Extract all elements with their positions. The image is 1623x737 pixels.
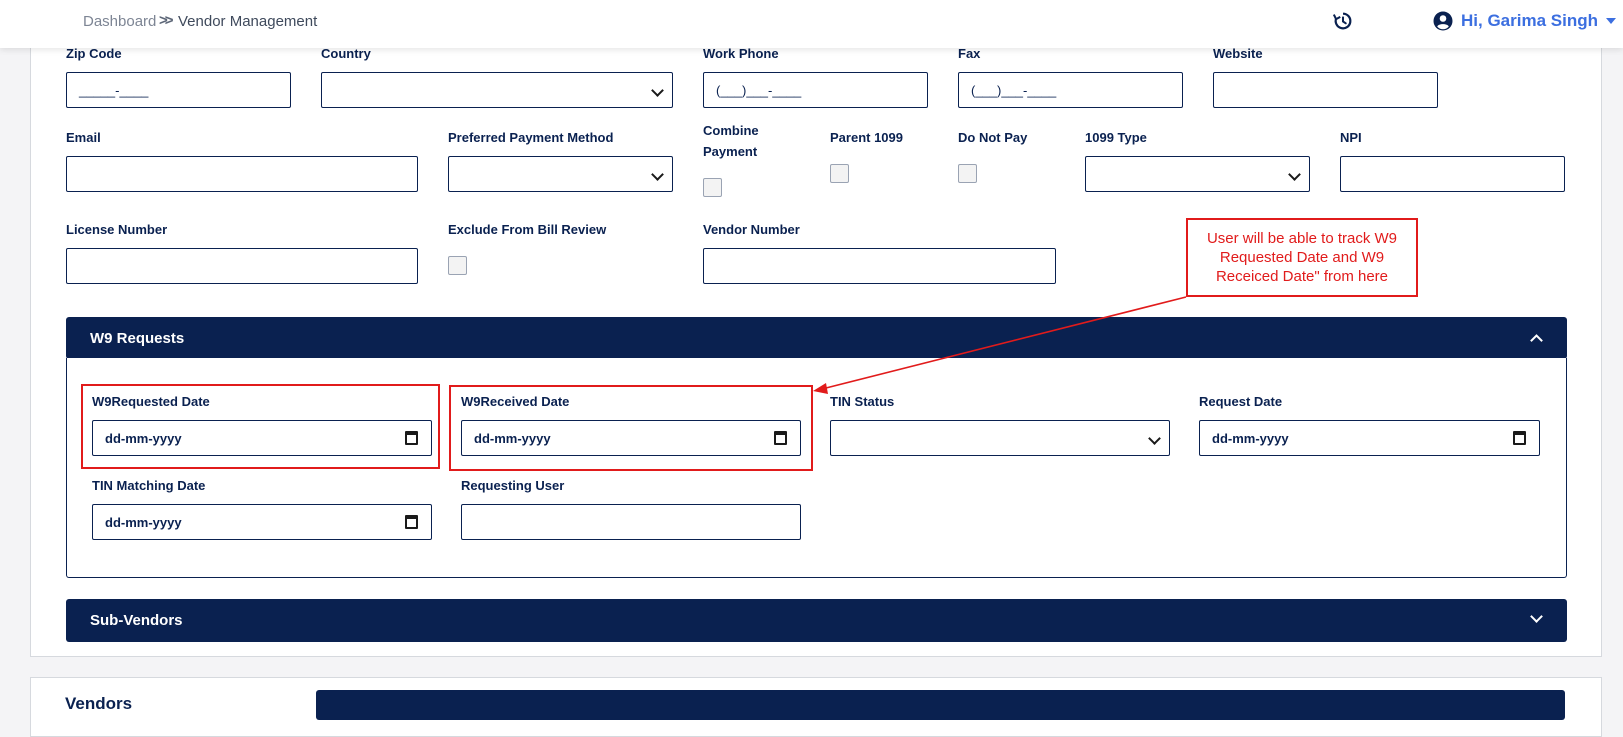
annotation-line-3: Receiced Date" from here (1215, 268, 1389, 285)
request-date-value: dd-mm-yyyy (1212, 430, 1289, 446)
tin-matching-date-label: TIN Matching Date (92, 478, 206, 493)
request-date-input[interactable]: dd-mm-yyyy (1199, 420, 1540, 456)
npi-input[interactable] (1340, 156, 1565, 192)
w9-requests-title: W9 Requests (90, 329, 185, 347)
vendors-panel-header[interactable] (316, 690, 1565, 720)
exclude-from-bill-review-label: Exclude From Bill Review (448, 222, 607, 237)
fax-value: (___)___-____ (971, 82, 1057, 98)
preferred-payment-method-label: Preferred Payment Method (448, 130, 614, 145)
email-label: Email (66, 130, 101, 145)
do-not-pay-label: Do Not Pay (958, 130, 1028, 145)
user-circle-icon (1433, 11, 1453, 31)
zip-code-value: _____-____ (79, 82, 149, 98)
breadcrumb-dashboard-link[interactable]: Dashboard (83, 13, 156, 30)
exclude-from-bill-review-checkbox[interactable] (448, 256, 467, 275)
combine-payment-label-1: Combine (703, 123, 759, 138)
request-date-label: Request Date (1199, 394, 1283, 409)
calendar-icon[interactable] (1513, 431, 1526, 445)
history-icon[interactable] (1332, 10, 1354, 32)
sub-vendors-panel-header[interactable]: Sub-Vendors (66, 599, 1567, 642)
caret-down-icon[interactable] (1605, 18, 1616, 24)
combine-payment-checkbox[interactable] (703, 178, 722, 197)
tin-matching-date-value: dd-mm-yyyy (105, 514, 182, 530)
preferred-payment-method-select[interactable] (448, 156, 673, 192)
highlight-w9-received-date (449, 385, 813, 471)
fax-input[interactable]: (___)___-____ (958, 72, 1183, 108)
tin-status-select[interactable] (830, 420, 1170, 456)
tin-status-label: TIN Status (830, 394, 895, 409)
vendors-section-title: Vendors (65, 694, 133, 713)
vendor-number-input[interactable] (703, 248, 1056, 284)
email-input[interactable] (66, 156, 418, 192)
zip-code-input[interactable]: _____-____ (66, 72, 291, 108)
requesting-user-input[interactable] (461, 504, 801, 540)
license-number-input[interactable] (66, 248, 418, 284)
breadcrumb-current: Vendor Management (178, 13, 318, 30)
do-not-pay-checkbox[interactable] (958, 164, 977, 183)
w9-requests-panel-header[interactable]: W9 Requests (66, 317, 1567, 359)
requesting-user-label: Requesting User (461, 478, 565, 493)
combine-payment-label-2: Payment (703, 144, 758, 159)
chevron-up-icon[interactable] (1530, 334, 1543, 347)
vendor-number-label: Vendor Number (703, 222, 800, 237)
website-input[interactable] (1213, 72, 1438, 108)
breadcrumb-separator-icon: >> (159, 12, 173, 29)
sub-vendors-title: Sub-Vendors (90, 612, 183, 629)
work-phone-value: (___)___-____ (716, 82, 802, 98)
user-menu[interactable]: Hi, Garima Singh (1433, 9, 1616, 33)
annotation-line-1: User will be able to track W9 (1206, 230, 1398, 247)
user-greeting[interactable]: Hi, Garima Singh (1461, 11, 1598, 31)
tin-matching-date-input[interactable]: dd-mm-yyyy (92, 504, 432, 540)
top-bar: Dashboard >> Vendor Management Hi, Garim… (0, 0, 1623, 48)
parent-1099-checkbox[interactable] (830, 164, 849, 183)
parent-1099-label: Parent 1099 (830, 130, 903, 145)
country-select[interactable] (321, 72, 673, 108)
highlight-w9-requested-date (81, 384, 440, 469)
license-number-label: License Number (66, 222, 168, 237)
npi-label: NPI (1340, 130, 1362, 145)
annotation-line-2: Requested Date and W9 (1219, 249, 1385, 266)
calendar-icon[interactable] (405, 515, 418, 529)
work-phone-input[interactable]: (___)___-____ (703, 72, 928, 108)
annotation-callout: User will be able to track W9 Requested … (1186, 218, 1418, 297)
1099-type-select[interactable] (1085, 156, 1310, 192)
1099-type-label: 1099 Type (1085, 130, 1147, 145)
